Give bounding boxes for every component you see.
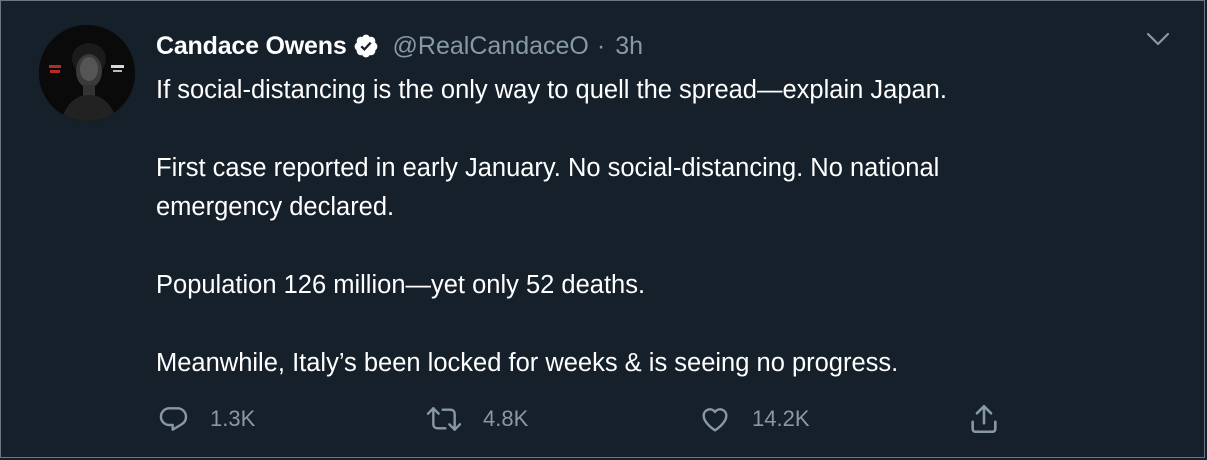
retweet-count: 4.8K bbox=[483, 406, 529, 431]
reply-count: 1.3K bbox=[210, 406, 256, 431]
like-count: 14.2K bbox=[752, 406, 810, 431]
retweet-button[interactable]: 4.8K bbox=[425, 399, 528, 439]
avatar[interactable] bbox=[39, 25, 135, 121]
action-bar: 1.3K 4.8K 14.2K bbox=[1, 399, 1207, 439]
reply-button[interactable]: 1.3K bbox=[158, 399, 255, 439]
display-name[interactable]: Candace Owens bbox=[156, 32, 347, 61]
tweet-header: Candace Owens @RealCandaceO · 3h bbox=[156, 29, 643, 63]
reply-icon bbox=[158, 403, 190, 435]
separator-dot: · bbox=[596, 31, 606, 60]
tweet-line: If social-distancing is the only way to … bbox=[156, 76, 947, 104]
tweet-line: First case reported in early January. No… bbox=[156, 154, 940, 182]
share-icon bbox=[967, 402, 1001, 436]
like-button[interactable]: 14.2K bbox=[698, 399, 810, 439]
share-button[interactable] bbox=[967, 399, 1001, 439]
tweet-timestamp[interactable]: 3h bbox=[615, 32, 643, 61]
retweet-icon bbox=[425, 403, 463, 435]
chevron-down-icon[interactable] bbox=[1144, 27, 1172, 51]
tweet-line: emergency declared. bbox=[156, 193, 395, 221]
tweet-card[interactable]: Candace Owens @RealCandaceO · 3h If soci… bbox=[0, 0, 1205, 458]
tweet-line: Meanwhile, Italy’s been locked for weeks… bbox=[156, 349, 899, 377]
verified-badge-icon bbox=[353, 33, 379, 59]
user-handle[interactable]: @RealCandaceO bbox=[393, 32, 589, 61]
like-icon bbox=[698, 403, 732, 435]
tweet-text: If social-distancing is the only way to … bbox=[156, 71, 1156, 383]
tweet-line: Population 126 million—yet only 52 death… bbox=[156, 271, 646, 299]
avatar-image bbox=[39, 25, 135, 121]
